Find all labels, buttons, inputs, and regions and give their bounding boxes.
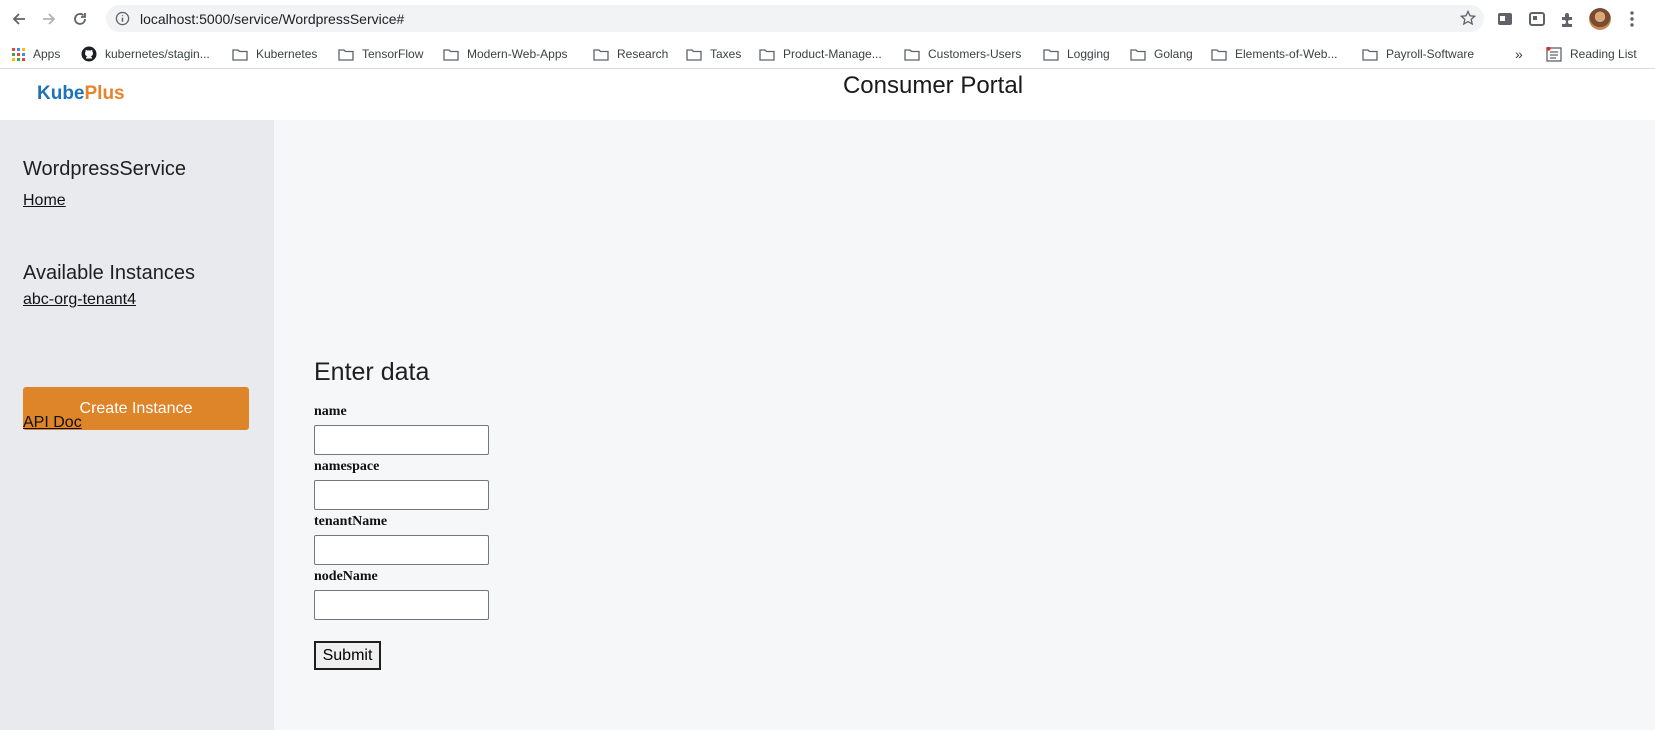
back-button[interactable] (8, 8, 30, 30)
bookmark-folder-kubernetes[interactable]: Kubernetes (232, 44, 317, 64)
bookmark-label: Elements-of-Web... (1235, 47, 1338, 61)
reload-button[interactable] (69, 8, 91, 30)
bookmark-label: Golang (1154, 47, 1193, 61)
app-header: KubePlus Consumer Portal (0, 70, 1655, 120)
puzzle-icon (1562, 13, 1572, 27)
back-arrow-icon (12, 13, 25, 25)
browser-toolbar: localhost:5000/service/WordpressService# (0, 0, 1655, 38)
bookmark-label: Kubernetes (256, 47, 318, 61)
folder-icon (338, 48, 354, 61)
reload-icon (74, 13, 86, 25)
bookmark-label: Customers-Users (928, 47, 1022, 61)
bookmark-label: kubernetes/stagin... (105, 47, 210, 61)
url-text[interactable]: localhost:5000/service/WordpressService# (140, 11, 404, 27)
apps-grid-icon (12, 47, 25, 61)
home-link[interactable]: Home (23, 192, 66, 210)
extension-1-button[interactable] (1494, 8, 1516, 30)
bookmark-folder-tensorflow[interactable]: TensorFlow (338, 44, 423, 64)
submit-button[interactable]: Submit (314, 641, 381, 670)
reading-list-label: Reading List (1570, 47, 1637, 61)
extension-2-button[interactable] (1526, 8, 1548, 30)
name-input[interactable] (314, 425, 489, 455)
folder-icon (1211, 48, 1227, 61)
kebab-menu-icon (1630, 11, 1634, 27)
node-name-label: nodeName (314, 569, 378, 584)
bookmark-folder-product-management[interactable]: Product-Manage... (759, 44, 882, 64)
folder-icon (1130, 48, 1146, 61)
bookmark-folder-elements-of-web[interactable]: Elements-of-Web... (1211, 44, 1337, 64)
bookmark-github[interactable]: kubernetes/stagin... (81, 44, 210, 64)
forward-button[interactable] (38, 8, 60, 30)
node-name-input[interactable] (314, 590, 489, 620)
bookmarks-overflow-button[interactable]: » (1515, 44, 1523, 64)
reading-list-icon (1546, 46, 1562, 62)
profile-button[interactable] (1589, 8, 1611, 30)
overflow-chevron-icon: » (1515, 46, 1523, 62)
bookmark-folder-research[interactable]: Research (593, 44, 668, 64)
folder-icon (443, 48, 459, 61)
sidebar: WordpressService Home Available Instance… (0, 120, 274, 730)
available-instances-heading: Available Instances (23, 262, 195, 284)
tenant-name-label: tenantName (314, 514, 388, 529)
api-doc-link[interactable]: API Doc (23, 414, 82, 432)
folder-icon (904, 48, 920, 61)
info-icon (115, 11, 130, 26)
page: KubePlus Consumer Portal WordpressServic… (0, 70, 1655, 730)
bookmark-label: Research (617, 47, 669, 61)
avatar (1589, 8, 1611, 30)
bookmark-label: Taxes (710, 47, 742, 61)
instance-link[interactable]: abc-org-tenant4 (23, 291, 136, 309)
bookmark-label: TensorFlow (362, 47, 424, 61)
bookmarks-bar: Apps kubernetes/stagin... Kubernetes Ten… (0, 38, 1655, 69)
folder-icon (759, 48, 775, 61)
extension-window-icon (1498, 13, 1512, 25)
bookmark-folder-logging[interactable]: Logging (1043, 44, 1110, 64)
namespace-label: namespace (314, 459, 380, 474)
folder-icon (1362, 48, 1378, 61)
bookmark-folder-payroll-software[interactable]: Payroll-Software (1362, 44, 1474, 64)
folder-icon (1043, 48, 1059, 61)
extension-window-icon (1529, 12, 1545, 26)
bookmark-folder-modern-web-apps[interactable]: Modern-Web-Apps (443, 44, 568, 64)
folder-icon (593, 48, 609, 61)
name-label: name (314, 404, 347, 419)
bookmark-label: Product-Manage... (783, 47, 882, 61)
page-title: Consumer Portal (842, 72, 1024, 99)
bookmark-folder-customers-users[interactable]: Customers-Users (904, 44, 1021, 64)
bookmark-apps[interactable]: Apps (12, 44, 60, 64)
service-name-heading: WordpressService (23, 158, 187, 180)
menu-button[interactable] (1621, 8, 1643, 30)
namespace-input[interactable] (314, 480, 489, 510)
tenant-name-input[interactable] (314, 535, 489, 565)
reading-list-button[interactable]: Reading List (1546, 44, 1637, 64)
folder-icon (686, 48, 702, 61)
forward-arrow-icon (43, 13, 56, 25)
bookmark-label: Logging (1067, 47, 1110, 61)
github-icon (81, 46, 97, 62)
bookmark-label: Payroll-Software (1386, 47, 1475, 61)
bookmark-label: Modern-Web-Apps (467, 47, 568, 61)
extensions-button[interactable] (1557, 8, 1579, 30)
main-content: Enter data name namespace tenantName nod… (274, 120, 1655, 730)
address-bar[interactable]: localhost:5000/service/WordpressService# (106, 5, 1484, 32)
bookmark-label: Apps (33, 47, 61, 61)
bookmark-folder-taxes[interactable]: Taxes (686, 44, 741, 64)
bookmark-folder-golang[interactable]: Golang (1130, 44, 1193, 64)
form-title: Enter data (314, 358, 430, 386)
bookmark-star-icon[interactable] (1460, 10, 1476, 26)
folder-icon (232, 48, 248, 61)
